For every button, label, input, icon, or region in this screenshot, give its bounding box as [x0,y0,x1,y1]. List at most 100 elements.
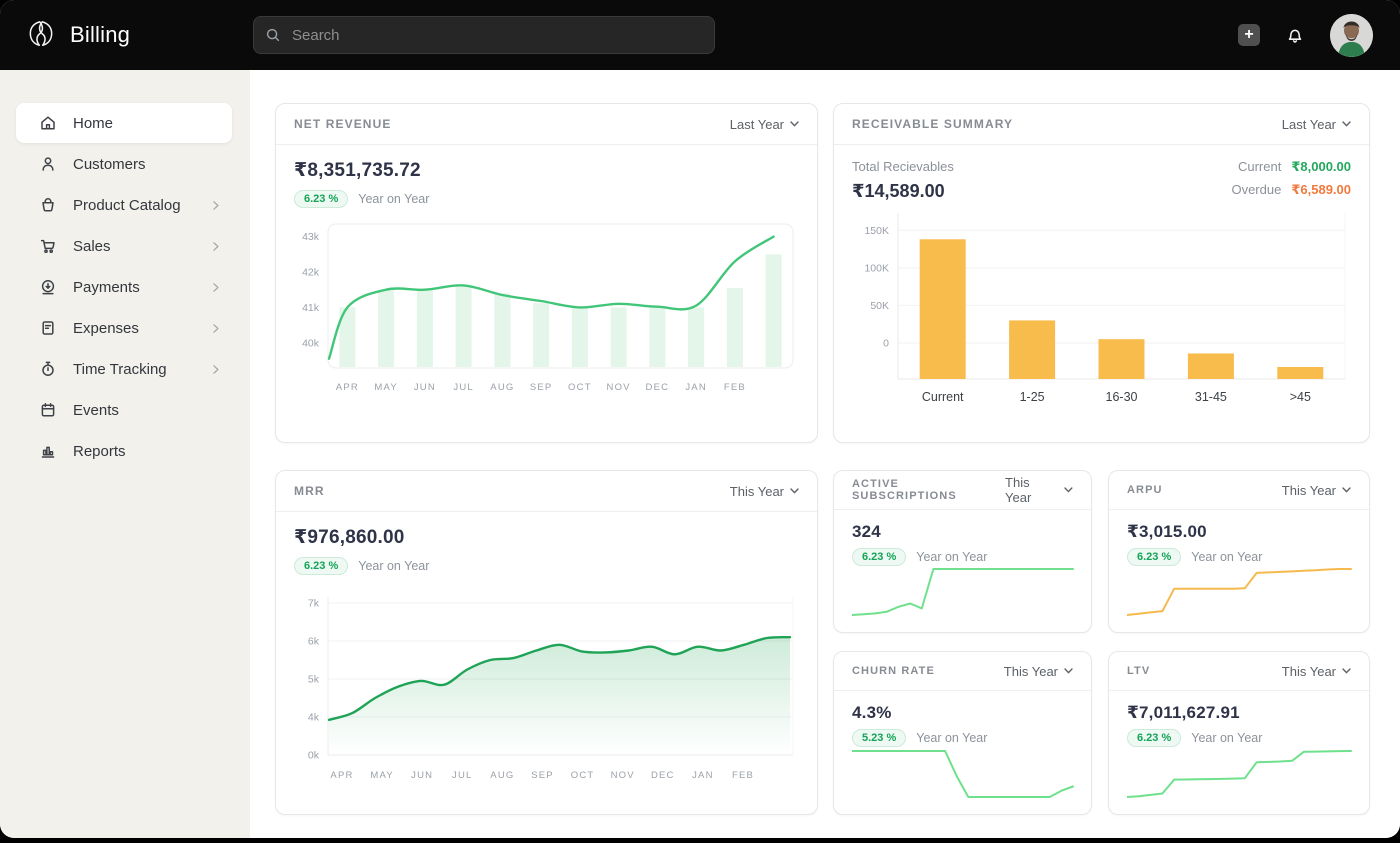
sidebar-item-label: Sales [73,238,111,255]
main-content: NET REVENUE Last Year ₹8,351,735.72 6.23… [250,70,1400,838]
mrr-value: ₹976,860.00 [294,526,799,549]
svg-text:JUN: JUN [411,770,433,781]
svg-text:1-25: 1-25 [1020,390,1045,404]
ltv-sparkline [1127,747,1353,801]
svg-text:APR: APR [336,382,359,393]
net-revenue-card: NET REVENUE Last Year ₹8,351,735.72 6.23… [275,103,818,443]
sidebar-item-label: Expenses [73,320,139,337]
period-selector[interactable]: This Year [1004,664,1073,679]
add-new-button[interactable]: + [1238,24,1260,46]
sidebar-item-events[interactable]: Events [16,390,232,430]
card-title: ARPU [1127,484,1163,496]
svg-text:16-30: 16-30 [1106,390,1138,404]
user-avatar[interactable] [1330,14,1373,57]
receivable-summary-card: RECEIVABLE SUMMARY Last Year Total Recie… [833,103,1370,443]
period-label: This Year [1004,664,1058,679]
sidebar-item-label: Time Tracking [73,361,167,378]
events-icon [38,400,58,420]
notifications-bell-icon[interactable] [1284,24,1306,46]
svg-text:43k: 43k [302,231,320,243]
period-selector[interactable]: This Year [1005,475,1073,505]
yoy-badge: 5.23 % [852,729,906,747]
search-input[interactable] [253,16,715,54]
yoy-badge: 6.23 % [1127,729,1181,747]
svg-text:>45: >45 [1290,390,1311,404]
sidebar-item-sales[interactable]: Sales [16,226,232,266]
period-selector[interactable]: This Year [1282,664,1351,679]
sidebar-item-product-catalog[interactable]: Product Catalog [16,185,232,225]
mrr-chart: 0k4k5k6k7kAPRMAYJUNJULAUGSEPOCTNOVDECJAN… [294,585,799,790]
svg-text:JUL: JUL [453,382,474,393]
sidebar-nav: HomeCustomers Product Catalog Sales Payment… [0,103,250,471]
svg-text:SEP: SEP [530,382,553,393]
svg-text:50K: 50K [870,300,889,312]
card-title: ACTIVE SUBSCRIPTIONS [852,478,1005,502]
churn-rate-sparkline [852,747,1075,801]
ltv-value: ₹7,011,627.91 [1127,703,1351,723]
svg-text:0: 0 [883,337,889,349]
sidebar-item-home[interactable]: Home [16,103,232,143]
svg-text:OCT: OCT [571,770,595,781]
active-subscriptions-value: 324 [852,522,1073,542]
svg-text:SEP: SEP [531,770,554,781]
svg-text:OCT: OCT [568,382,592,393]
customers-icon [38,154,58,174]
arpu-value: ₹3,015.00 [1127,522,1351,542]
overdue-label: Overdue [1231,182,1281,197]
sidebar-item-expenses[interactable]: Expenses [16,308,232,348]
sidebar-item-customers[interactable]: Customers [16,144,232,184]
yoy-label: Year on Year [916,731,987,745]
app-title: Billing [70,22,130,48]
expenses-icon [38,318,58,338]
svg-text:AUG: AUG [490,770,514,781]
sidebar-item-label: Reports [73,443,126,460]
total-receivables-label: Total Recievables [852,159,954,174]
svg-text:41k: 41k [302,302,320,314]
chevron-down-icon [1064,487,1073,493]
billing-logo-icon [24,18,58,52]
app-window: Billing + [0,0,1400,838]
sidebar-item-time-tracking[interactable]: Time Tracking [16,349,232,389]
active-subscriptions-card: ACTIVE SUBSCRIPTIONS This Year 324 6.23 … [833,470,1092,633]
sidebar-item-label: Events [73,402,119,419]
churn-rate-card: CHURN RATE This Year 4.3% 5.23 % Year on… [833,651,1092,815]
arpu-sparkline [1127,565,1353,619]
period-label: This Year [1282,664,1336,679]
period-selector[interactable]: This Year [730,484,799,499]
svg-text:40k: 40k [302,337,320,349]
svg-text:5k: 5k [308,674,320,686]
svg-text:AUG: AUG [490,382,514,393]
search-bar [253,16,715,54]
period-selector[interactable]: Last Year [1282,117,1351,132]
chevron-right-icon [209,322,222,335]
period-selector[interactable]: Last Year [730,117,799,132]
sidebar-item-label: Payments [73,279,140,296]
yoy-label: Year on Year [358,192,429,206]
arpu-card: ARPU This Year ₹3,015.00 6.23 % Year on … [1108,470,1370,633]
sidebar-item-reports[interactable]: Reports [16,431,232,471]
yoy-badge: 6.23 % [294,557,348,575]
sidebar-item-label: Product Catalog [73,197,181,214]
svg-text:MAY: MAY [370,770,393,781]
svg-text:100K: 100K [864,262,889,274]
yoy-badge: 6.23 % [1127,548,1181,566]
svg-text:150K: 150K [864,225,889,237]
yoy-badge: 6.23 % [294,190,348,208]
chevron-right-icon [209,281,222,294]
period-selector[interactable]: This Year [1282,483,1351,498]
receivables-breakdown: Current ₹8,000.00 Overdue ₹6,589.00 [1231,159,1351,205]
svg-text:31-45: 31-45 [1195,390,1227,404]
svg-text:6k: 6k [308,636,320,648]
period-label: Last Year [1282,117,1336,132]
card-title: LTV [1127,665,1150,677]
svg-text:DEC: DEC [651,770,675,781]
period-label: This Year [1282,483,1336,498]
time-tracking-icon [38,359,58,379]
sidebar-item-payments[interactable]: Payments [16,267,232,307]
payments-icon [38,277,58,297]
yoy-label: Year on Year [1191,731,1262,745]
chevron-right-icon [209,240,222,253]
chevron-down-icon [790,488,799,494]
chevron-down-icon [1342,121,1351,127]
yoy-badge: 6.23 % [852,548,906,566]
